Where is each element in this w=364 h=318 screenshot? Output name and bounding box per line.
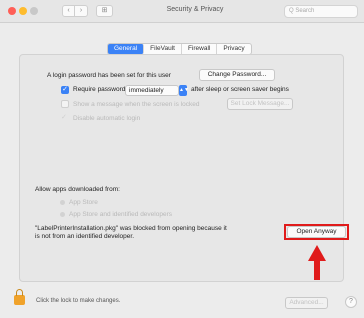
tab-privacy[interactable]: Privacy (217, 44, 250, 54)
advanced-button[interactable]: Advanced... (285, 297, 328, 309)
chevron-down-icon[interactable]: ▲▼ (179, 85, 189, 96)
tab-general[interactable]: General (108, 44, 145, 54)
forward-button[interactable]: › (75, 5, 88, 17)
require-password-label: Require password (73, 86, 126, 93)
zoom-window-button[interactable] (30, 7, 38, 15)
open-anyway-button[interactable]: Open Anyway (287, 226, 346, 238)
set-lock-message-button[interactable]: Set Lock Message... (227, 98, 293, 110)
disable-auto-login-checkbox[interactable]: ✓ (61, 114, 69, 122)
search-input[interactable]: Q Search (284, 5, 358, 18)
close-window-button[interactable] (8, 7, 16, 15)
show-all-grid-icon[interactable]: ⊞ (96, 5, 113, 17)
change-password-button[interactable]: Change Password... (199, 69, 275, 81)
blocked-message-line1: "LabelPrinterInstallation.pkg" was block… (35, 225, 227, 232)
window-title: Security & Privacy (166, 6, 224, 13)
help-icon[interactable]: ? (345, 296, 357, 308)
show-message-checkbox[interactable] (61, 100, 69, 108)
radio-identified-developers[interactable] (60, 212, 65, 217)
option-identified-label: App Store and identified developers (69, 211, 172, 218)
tab-firewall[interactable]: Firewall (182, 44, 218, 54)
lock-status-text: Click the lock to make changes. (36, 298, 121, 304)
show-message-label: Show a message when the screen is locked (73, 101, 200, 108)
require-password-suffix: after sleep or screen saver begins (191, 86, 289, 93)
radio-app-store[interactable] (60, 200, 65, 205)
option-app-store-label: App Store (69, 199, 98, 206)
lock-icon[interactable] (14, 289, 25, 305)
general-panel: A login password has been set for this u… (19, 54, 344, 282)
blocked-message-line2: is not from an identified developer. (35, 233, 135, 240)
tab-filevault[interactable]: FileVault (144, 44, 182, 54)
login-password-text: A login password has been set for this u… (47, 72, 171, 79)
footer: Click the lock to make changes. Advanced… (0, 288, 364, 318)
security-privacy-window: ‹ › ⊞ Security & Privacy Q Search Genera… (0, 0, 364, 318)
require-password-checkbox[interactable]: ✓ (61, 86, 69, 94)
allow-apps-title: Allow apps downloaded from: (35, 186, 120, 193)
require-password-select[interactable]: immediately (125, 85, 179, 96)
minimize-window-button[interactable] (19, 7, 27, 15)
red-arrow-head (308, 245, 326, 261)
red-arrow-stem (314, 260, 320, 280)
back-button[interactable]: ‹ (62, 5, 75, 17)
title-bar: ‹ › ⊞ Security & Privacy Q Search (0, 0, 364, 23)
disable-auto-login-label: Disable automatic login (73, 115, 141, 122)
